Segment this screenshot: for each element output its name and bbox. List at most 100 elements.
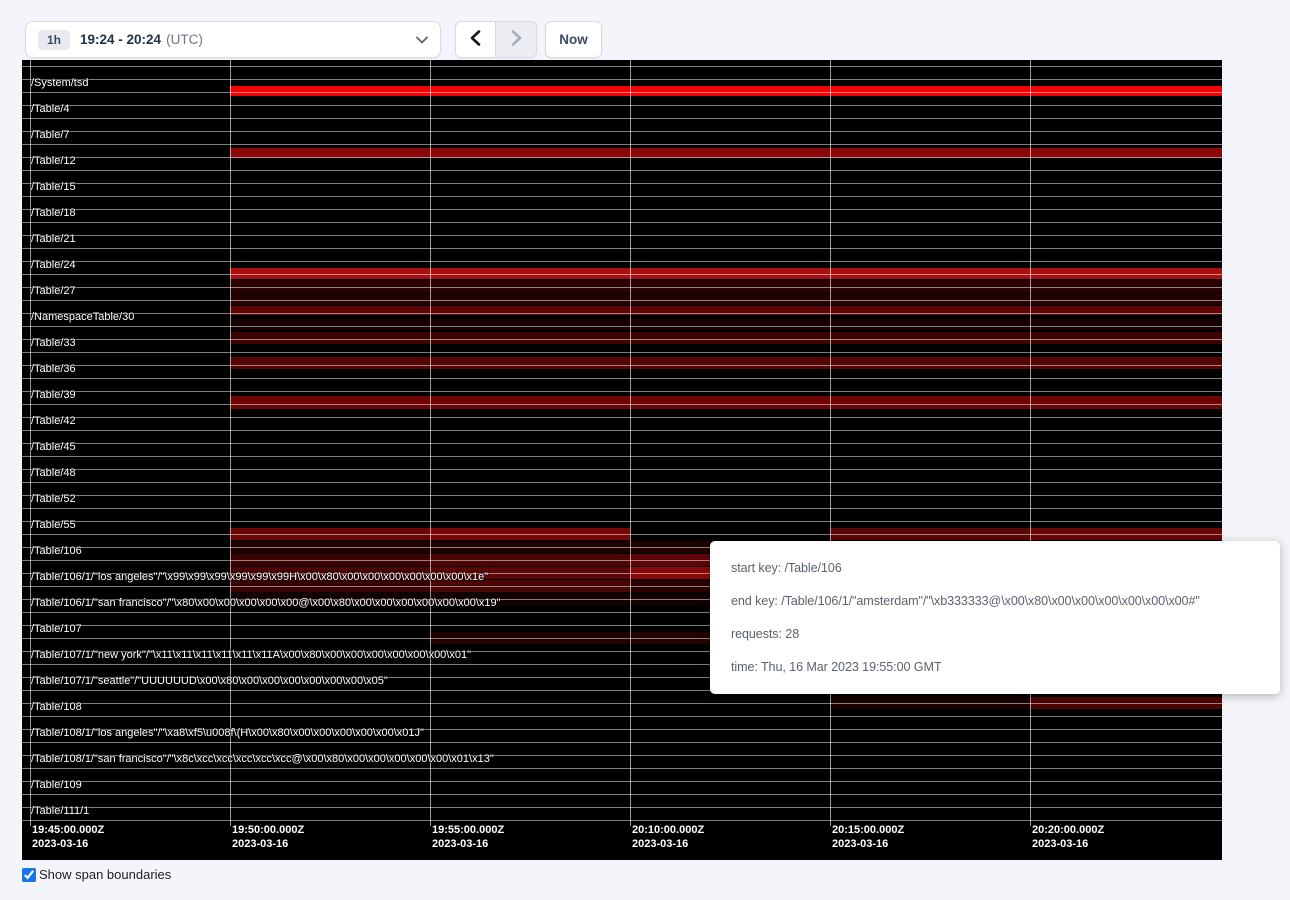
axis-time-label: 19:45:00.000Z — [32, 824, 104, 836]
hover-tooltip: start key: /Table/106end key: /Table/106… — [710, 541, 1280, 694]
span-boundary-line — [22, 378, 1222, 379]
span-boundary-line — [22, 365, 1222, 366]
span-boundary-line — [22, 456, 1222, 457]
span-row-label: /Table/33 — [31, 330, 76, 356]
span-boundary-line — [22, 430, 1222, 431]
span-row-label: /Table/106/1/"los angeles"/"\x99\x99\x99… — [31, 564, 488, 590]
now-button[interactable]: Now — [545, 21, 602, 58]
span-boundary-line — [22, 274, 1222, 275]
chevron-left-icon — [470, 30, 481, 49]
span-boundary-line — [22, 521, 1222, 522]
span-row-label: /Table/109 — [31, 772, 82, 798]
span-row-label: /Table/4 — [31, 96, 70, 122]
span-row-label: /Table/36 — [31, 356, 76, 382]
span-boundary-line — [22, 703, 1222, 704]
heat-band — [230, 396, 1222, 409]
time-nav-group — [455, 21, 537, 58]
next-time-button[interactable] — [496, 21, 537, 58]
chevron-right-icon — [511, 30, 522, 49]
span-boundary-line — [22, 131, 1222, 132]
heat-band — [230, 293, 1222, 305]
span-row-label: /Table/48 — [31, 460, 76, 486]
show-span-boundaries-label: Show span boundaries — [39, 867, 171, 882]
span-row-label: /Table/108/1/"san francisco"/"\x8c\xcc\x… — [31, 746, 494, 772]
span-boundary-line — [22, 469, 1222, 470]
key-visualizer-canvas[interactable]: /System/tsd/Table/4/Table/7/Table/12/Tab… — [22, 60, 1222, 860]
span-boundary-line — [22, 261, 1222, 262]
span-row-label: /Table/18 — [31, 200, 76, 226]
span-boundary-line — [22, 248, 1222, 249]
axis-date-label: 2023-03-16 — [32, 838, 88, 850]
axis-time-label: 19:55:00.000Z — [432, 824, 504, 836]
axis-date-label: 2023-03-16 — [232, 838, 288, 850]
tooltip-line: requests: 28 — [731, 627, 1259, 641]
time-zone-label: (UTC) — [166, 32, 203, 47]
span-boundary-line — [22, 534, 1222, 535]
span-boundary-line — [22, 339, 1222, 340]
span-boundary-line — [22, 352, 1222, 353]
span-boundary-line — [22, 66, 1222, 67]
span-boundary-line — [22, 495, 1222, 496]
span-row-label: /Table/52 — [31, 486, 76, 512]
span-boundary-line — [22, 300, 1222, 301]
time-gridline — [430, 60, 431, 826]
time-range-label: 19:24 - 20:24 — [80, 32, 161, 47]
axis-time-label: 20:10:00.000Z — [632, 824, 704, 836]
span-row-label: /NamespaceTable/30 — [31, 304, 134, 330]
span-boundary-line — [22, 508, 1222, 509]
heat-band — [230, 86, 1222, 96]
span-row-label: /Table/106 — [31, 538, 82, 564]
span-boundary-line — [22, 157, 1222, 158]
span-boundary-line — [22, 105, 1222, 106]
span-boundary-line — [22, 196, 1222, 197]
span-row-label: /Table/24 — [31, 252, 76, 278]
time-gridline — [230, 60, 231, 826]
span-row-label: /Table/108/1/"los angeles"/"\xa8\xf5\u00… — [31, 720, 424, 746]
span-row-label: /System/tsd — [31, 70, 88, 96]
time-gridline — [830, 60, 831, 826]
span-boundary-line — [22, 443, 1222, 444]
toolbar: 1h 19:24 - 20:24 (UTC) Now — [0, 0, 1290, 60]
axis-date-label: 2023-03-16 — [1032, 838, 1088, 850]
span-row-label: /Table/106/1/"san francisco"/"\x80\x00\x… — [31, 590, 501, 616]
span-boundary-line — [22, 235, 1222, 236]
axis-time-label: 20:15:00.000Z — [832, 824, 904, 836]
span-row-label: /Table/42 — [31, 408, 76, 434]
span-boundary-line — [22, 716, 1222, 717]
time-gridline — [1030, 60, 1031, 826]
span-row-label: /Table/107 — [31, 616, 82, 642]
span-boundary-line — [22, 391, 1222, 392]
span-boundary-line — [22, 326, 1222, 327]
axis-time-label: 19:50:00.000Z — [232, 824, 304, 836]
span-row-label: /Table/21 — [31, 226, 76, 252]
heat-band — [230, 332, 1222, 344]
tooltip-line: time: Thu, 16 Mar 2023 19:55:00 GMT — [731, 660, 1259, 674]
prev-time-button[interactable] — [455, 21, 496, 58]
span-row-label: /Table/39 — [31, 382, 76, 408]
span-boundary-line — [22, 417, 1222, 418]
span-boundary-line — [22, 404, 1222, 405]
span-row-label: /Table/111/1 — [31, 798, 89, 824]
span-row-label: /Table/108 — [31, 694, 82, 720]
span-row-label: /Table/27 — [31, 278, 76, 304]
span-boundary-line — [22, 118, 1222, 119]
span-boundary-line — [22, 222, 1222, 223]
span-row-label: /Table/55 — [31, 512, 76, 538]
key-visualizer-page: 1h 19:24 - 20:24 (UTC) Now /System/tsd/T… — [0, 0, 1290, 900]
time-gridline — [630, 60, 631, 826]
heat-band — [230, 357, 1222, 369]
span-row-label: /Table/107/1/"new york"/"\x11\x11\x11\x1… — [31, 642, 471, 668]
span-boundary-line — [22, 92, 1222, 93]
span-row-label: /Table/15 — [31, 174, 76, 200]
span-boundary-line — [22, 144, 1222, 145]
tooltip-line: start key: /Table/106 — [731, 561, 1259, 575]
span-boundary-line — [22, 209, 1222, 210]
span-row-label: /Table/107/1/"seattle"/"UUUUUUD\x00\x80\… — [31, 668, 388, 694]
span-boundary-line — [22, 287, 1222, 288]
span-row-label: /Table/7 — [31, 122, 70, 148]
heat-band — [230, 319, 1222, 330]
span-boundary-line — [22, 781, 1222, 782]
show-span-boundaries-checkbox[interactable] — [22, 868, 36, 882]
time-range-select[interactable]: 1h 19:24 - 20:24 (UTC) — [25, 21, 441, 58]
axis-date-label: 2023-03-16 — [632, 838, 688, 850]
